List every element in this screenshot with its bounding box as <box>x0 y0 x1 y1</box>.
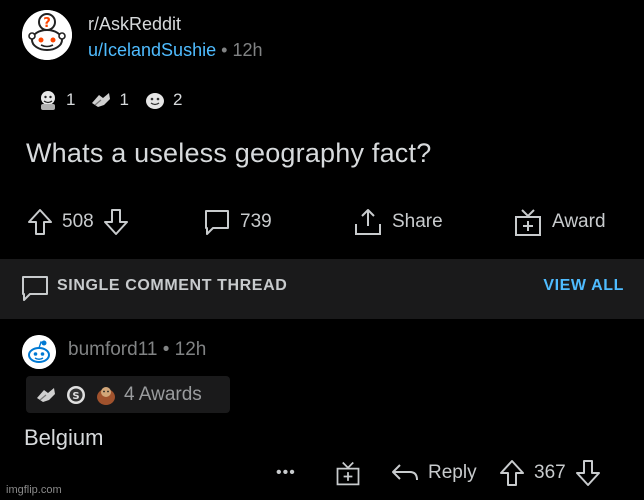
askreddit-logo-icon: ? <box>22 10 72 60</box>
snoo-avatar-icon <box>22 335 56 369</box>
comment-awards[interactable]: S 4 Awards <box>26 376 230 413</box>
wholesome-award-icon <box>41 91 55 110</box>
comment-bubble-icon <box>205 210 229 235</box>
reply-button[interactable]: Reply <box>390 453 477 493</box>
comment-vote-count: 367 <box>534 462 566 483</box>
thread-label: SINGLE COMMENT THREAD <box>57 277 288 294</box>
comment-meta: bumford11 • 12h <box>68 339 206 361</box>
comment-body: Belgium <box>24 425 104 450</box>
comment-author[interactable]: bumford11 <box>68 339 157 360</box>
watermark: imgflip.com <box>6 484 62 496</box>
post-title[interactable]: Whats a useless geography fact? <box>26 138 431 169</box>
reply-arrow-icon <box>392 464 418 481</box>
single-comment-thread-bar: SINGLE COMMENT THREAD VIEW ALL <box>0 259 644 319</box>
subreddit-name[interactable]: r/AskReddit <box>88 14 181 35</box>
downvote-icon[interactable] <box>102 207 130 237</box>
award-count: 2 <box>172 90 183 109</box>
comment: bumford11 • 12h S 4 Awards Belgium ••• R… <box>0 319 644 500</box>
post-action-bar: 508 739 Share Award <box>0 200 644 244</box>
comment-bubble-icon <box>22 276 48 301</box>
comment-age: 12h <box>174 339 207 360</box>
silver-award-icon <box>145 93 164 109</box>
more-options-button[interactable]: ••• <box>276 453 296 493</box>
share-button[interactable]: Share <box>352 200 443 244</box>
subreddit-avatar[interactable]: ? <box>22 10 72 60</box>
comment-count: 739 <box>240 211 272 232</box>
reply-label: Reply <box>428 462 477 483</box>
svg-text:S: S <box>72 391 79 402</box>
post-vote-count: 508 <box>62 211 94 232</box>
gift-icon <box>515 209 541 236</box>
upvote-icon[interactable] <box>498 458 526 488</box>
award-count: 1 <box>119 90 129 109</box>
downvote-icon[interactable] <box>574 458 602 488</box>
silver-coin-award-icon: S <box>67 385 85 404</box>
meta-separator: • <box>162 339 170 360</box>
post-card: ? r/AskReddit u/IcelandSushie • 12h 1 1 … <box>0 0 644 259</box>
post-age: 12h <box>232 40 263 60</box>
avatar[interactable] <box>22 335 56 369</box>
meta-separator: • <box>221 40 228 60</box>
svg-text:?: ? <box>43 16 51 31</box>
awards-count-label: 4 Awards <box>124 383 202 405</box>
award-button[interactable]: Award <box>512 200 606 244</box>
helpful-award-icon <box>92 93 111 107</box>
comments-button[interactable]: 739 <box>202 200 272 244</box>
gift-icon <box>336 461 360 486</box>
award-button[interactable] <box>334 453 362 493</box>
upvote-icon[interactable] <box>26 207 54 237</box>
comment-vote-group: 367 <box>498 453 602 493</box>
helpful-award-icon <box>37 387 55 402</box>
comment-action-bar: ••• Reply 367 <box>0 453 644 493</box>
vote-group: 508 <box>26 200 130 244</box>
post-awards[interactable]: 1 1 2 <box>36 88 190 112</box>
post-author[interactable]: u/IcelandSushie <box>88 40 216 60</box>
post-meta: u/IcelandSushie • 12h <box>88 40 262 61</box>
take-my-energy-award-icon <box>97 386 115 405</box>
share-icon <box>355 209 381 235</box>
share-label: Share <box>392 211 443 232</box>
award-count: 1 <box>66 90 76 109</box>
view-all-link[interactable]: VIEW ALL <box>543 277 624 295</box>
award-label: Award <box>552 211 606 232</box>
